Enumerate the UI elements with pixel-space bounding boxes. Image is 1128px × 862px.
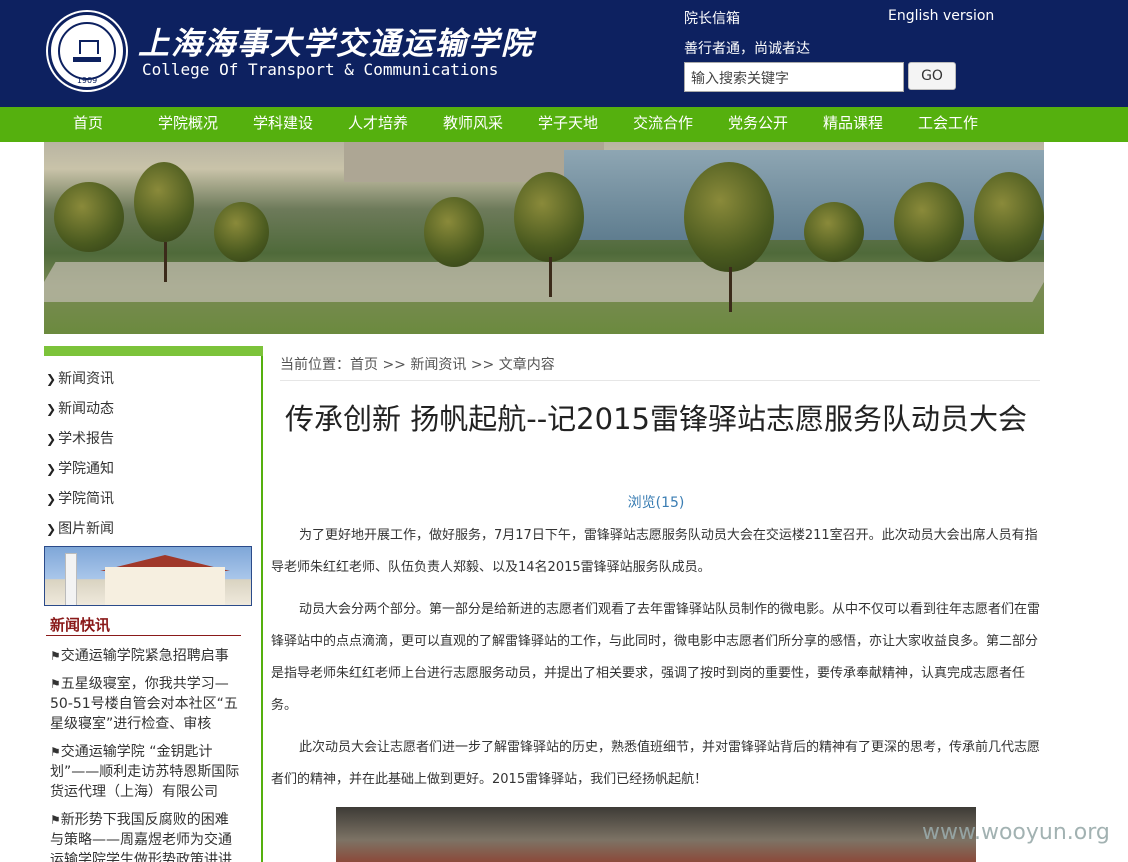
nav-exchange[interactable]: 交流合作 — [633, 107, 693, 142]
campus-banner-image — [44, 142, 1044, 334]
banner-tree — [514, 172, 584, 262]
banner-path — [44, 262, 1044, 302]
sidebar-campus-image — [44, 546, 252, 606]
sidebar-item-label: 新闻动态 — [58, 401, 115, 417]
article-title: 传承创新 扬帆起航--记2015雷锋驿站志愿服务队动员大会 — [285, 402, 1027, 436]
flag-icon: ⚑ — [50, 677, 61, 691]
news-flash-text: 新形势下我国反腐败的困难与策略——周嘉煜老师为交通运输学院学生做形势政策讲讲 — [50, 812, 232, 862]
sidebar-item-news[interactable]: ❯ 新闻资讯 — [46, 368, 114, 388]
search-input[interactable]: 输入搜索关键字 — [684, 62, 904, 92]
arrow-right-icon: ❯ — [46, 522, 57, 536]
flag-icon: ⚑ — [50, 813, 61, 827]
banner-trunk — [729, 267, 732, 312]
sidebar-item-photo-news[interactable]: ❯ 图片新闻 — [46, 518, 114, 538]
news-flash-item[interactable]: ⚑交通运输学院紧急招聘启事 — [50, 646, 240, 666]
view-count: 浏览(15) — [627, 495, 685, 511]
banner-tree — [804, 202, 864, 262]
article-paragraph: 为了更好地开展工作，做好服务，7月17日下午，雷锋驿站志愿服务队动员大会在交运楼… — [271, 528, 1038, 575]
article-paragraph: 动员大会分两个部分。第一部分是给新进的志愿者们观看了去年雷锋驿站队员制作的微电影… — [271, 602, 1041, 713]
breadcrumb-home[interactable]: 首页 — [350, 357, 378, 373]
banner-tree — [684, 162, 774, 272]
motto: 善行者通，尚诚者达 — [684, 41, 810, 57]
nav-talent[interactable]: 人才培养 — [348, 107, 408, 142]
article-photo — [336, 807, 976, 862]
news-flash-heading: 新闻快讯 — [50, 616, 111, 634]
site-header: 1909 上海海事大学交通运输学院 College Of Transport &… — [0, 0, 1128, 107]
breadcrumb-separator: >> — [466, 357, 499, 373]
breadcrumb-separator: >> — [378, 357, 411, 373]
news-flash-item[interactable]: ⚑交通运输学院 “金钥匙计划”——顺利走访苏特恩斯国际货运代理（上海）有限公司 — [50, 742, 240, 802]
site-title-cn: 上海海事大学交通运输学院 — [138, 26, 534, 62]
banner-tree — [54, 182, 124, 252]
banner-tree — [424, 197, 484, 267]
news-flash-text: 交通运输学院 “金钥匙计划”——顺利走访苏特恩斯国际货运代理（上海）有限公司 — [50, 744, 240, 800]
sidebar-top-bar — [44, 346, 263, 356]
breadcrumb-divider — [280, 380, 1040, 381]
nav-party[interactable]: 党务公开 — [728, 107, 788, 142]
arrow-right-icon: ❯ — [46, 462, 57, 476]
nav-courses[interactable]: 精品课程 — [823, 107, 883, 142]
arrow-right-icon: ❯ — [46, 402, 57, 416]
news-flash-text: 五星级寝室，你我共学习—50-51号楼自管会对本社区“五星级寝室”进行检查、审核 — [50, 676, 238, 732]
sidebar-item-briefs[interactable]: ❯ 学院简讯 — [46, 488, 114, 508]
sidebar-item-label: 新闻资讯 — [58, 371, 115, 387]
english-version-link[interactable]: English version — [888, 8, 994, 24]
nav-students[interactable]: 学子天地 — [538, 107, 598, 142]
logo-emblem — [58, 22, 116, 80]
lighthouse-shape — [65, 553, 77, 605]
banner-tree — [214, 202, 269, 262]
dean-mailbox-link[interactable]: 院长信箱 — [684, 8, 740, 28]
banner-tree — [894, 182, 964, 262]
banner-trunk — [164, 242, 167, 282]
sidebar-item-academic-reports[interactable]: ❯ 学术报告 — [46, 428, 114, 448]
breadcrumb-current: 文章内容 — [498, 357, 555, 373]
search-go-button[interactable]: GO — [908, 62, 956, 90]
arrow-right-icon: ❯ — [46, 492, 57, 506]
sidebar-item-label: 学术报告 — [58, 431, 115, 447]
sidebar-item-news-updates[interactable]: ❯ 新闻动态 — [46, 398, 114, 418]
sidebar-item-label: 学院通知 — [58, 461, 115, 477]
banner-trunk — [549, 257, 552, 297]
sidebar-item-label: 图片新闻 — [58, 521, 115, 537]
article-paragraph: 此次动员大会让志愿者们进一步了解雷锋驿站的历史，熟悉值班细节，并对雷锋驿站背后的… — [271, 740, 1041, 787]
main-nav: 首页 学院概况 学科建设 人才培养 教师风采 学子天地 交流合作 党务公开 精品… — [0, 107, 1128, 142]
news-flash-item[interactable]: ⚑新形势下我国反腐败的困难与策略——周嘉煜老师为交通运输学院学生做形势政策讲讲 — [50, 810, 240, 862]
sidebar-item-label: 学院简讯 — [58, 491, 115, 507]
arrow-right-icon: ❯ — [46, 372, 57, 386]
nav-union[interactable]: 工会工作 — [918, 107, 978, 142]
nav-home[interactable]: 首页 — [73, 107, 103, 142]
logo-year: 1909 — [76, 76, 98, 85]
heading-divider — [46, 635, 241, 636]
nav-disciplines[interactable]: 学科建设 — [253, 107, 313, 142]
breadcrumb-news[interactable]: 新闻资讯 — [410, 357, 466, 373]
watermark: www.wooyun.org — [922, 820, 1110, 845]
news-flash-text: 交通运输学院紧急招聘启事 — [60, 648, 229, 664]
university-logo[interactable]: 1909 — [48, 12, 126, 90]
house-shape — [105, 567, 225, 605]
ship-icon — [73, 40, 101, 62]
flag-icon: ⚑ — [50, 745, 61, 759]
breadcrumb: 当前位置：首页 >> 新闻资讯 >> 文章内容 — [280, 354, 555, 374]
site-title-en: College Of Transport & Communications — [142, 60, 499, 79]
banner-tree — [134, 162, 194, 242]
flag-icon: ⚑ — [50, 649, 61, 663]
left-sidebar: ❯ 新闻资讯 ❯ 新闻动态 ❯ 学术报告 ❯ 学院通知 ❯ 学院简讯 ❯ 图片新闻 新闻快讯… — [44, 346, 263, 862]
sidebar-item-notices[interactable]: ❯ 学院通知 — [46, 458, 114, 478]
news-flash-item[interactable]: ⚑五星级寝室，你我共学习—50-51号楼自管会对本社区“五星级寝室”进行检查、审… — [50, 674, 240, 734]
banner-tree — [974, 172, 1044, 262]
breadcrumb-label: 当前位置： — [280, 357, 350, 373]
nav-faculty[interactable]: 教师风采 — [443, 107, 503, 142]
arrow-right-icon: ❯ — [46, 432, 57, 446]
nav-about[interactable]: 学院概况 — [158, 107, 218, 142]
